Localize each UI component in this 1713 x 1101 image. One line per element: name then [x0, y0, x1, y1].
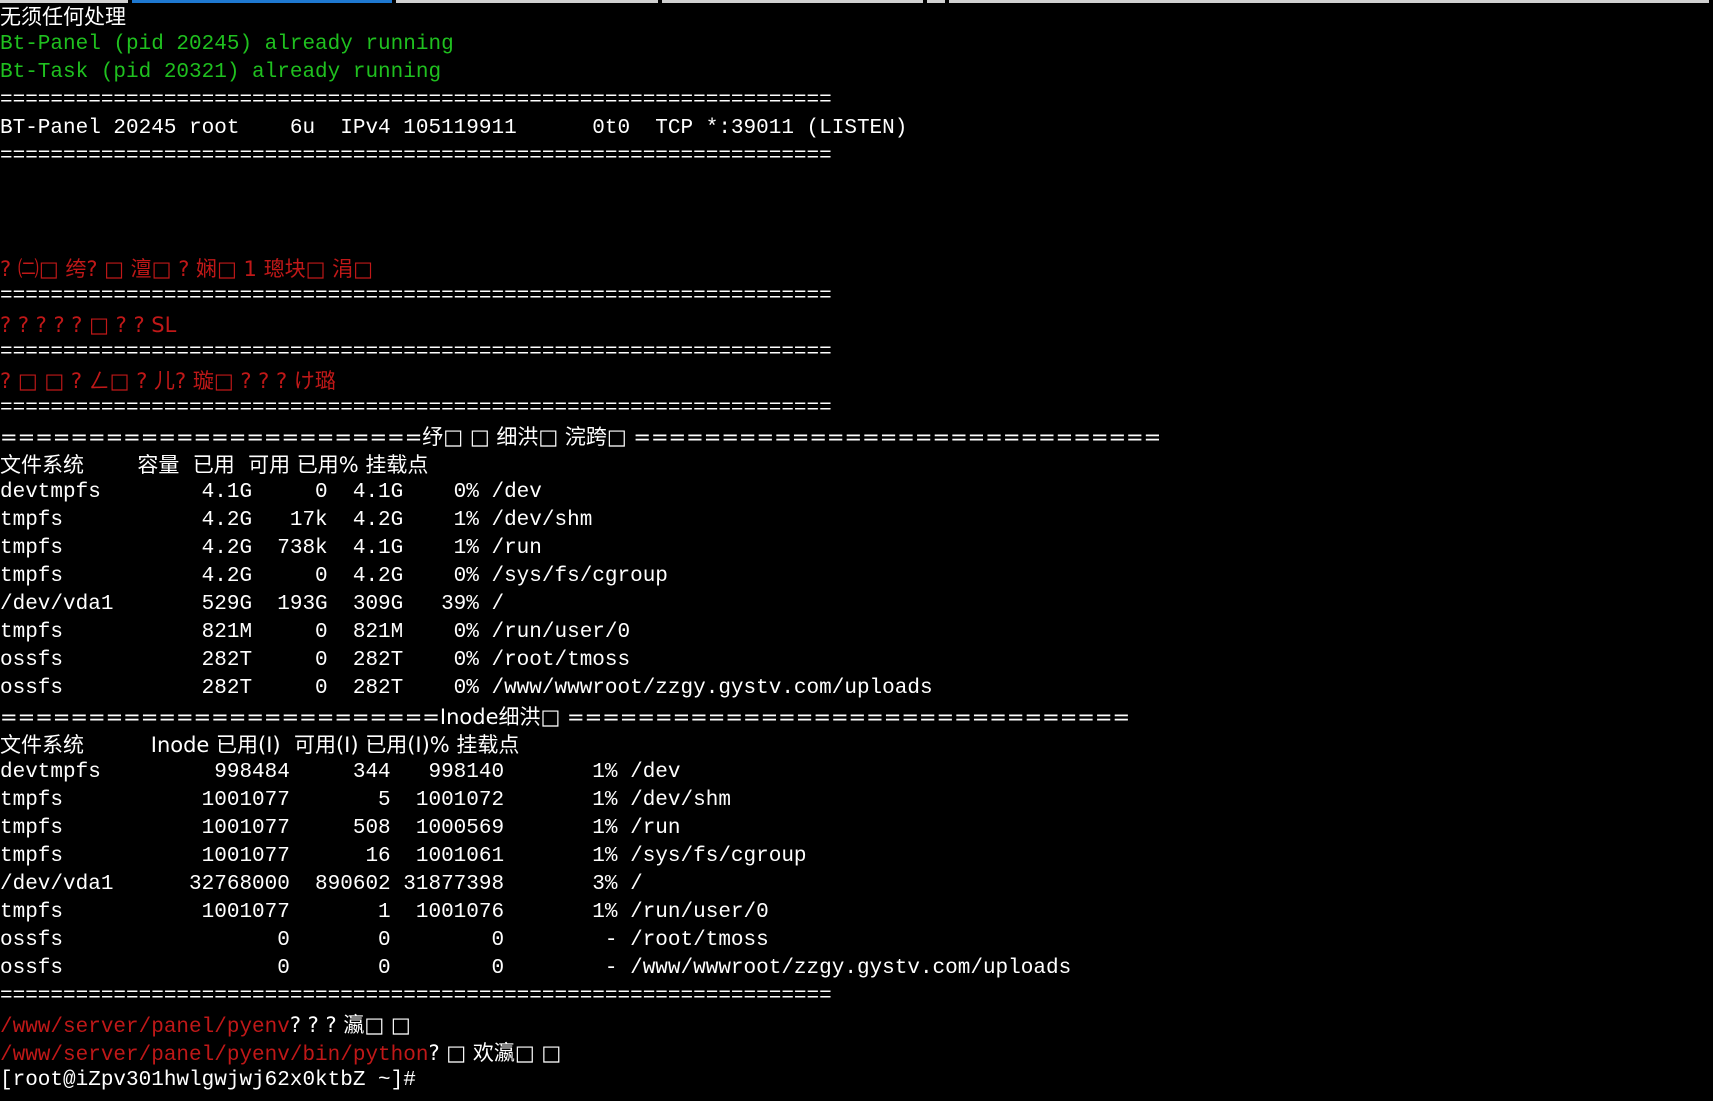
- disk-table-row: tmpfs 821M 0 821M 0% /run/user/0: [0, 621, 631, 644]
- pyenv-warning-line: /www/server/panel/pyenv? ? ? 瀛□ □: [0, 1011, 1713, 1039]
- python-path: /www/server/panel/pyenv/bin/python: [0, 1044, 429, 1067]
- disk-table-row: tmpfs 4.2G 0 4.2G 0% /sys/fs/cgroup: [0, 565, 668, 588]
- status-message: 无须任何处理: [0, 5, 126, 29]
- disk-table-row: ossfs 282T 0 282T 0% /root/tmoss: [0, 649, 631, 672]
- inode-table-row: tmpfs 1001077 5 1001072 1% /dev/shm: [0, 789, 731, 812]
- inode-section-header: =========================Inode细洪□ ======…: [0, 705, 1131, 729]
- inode-table-header: 文件系统 Inode 已用(I) 可用(I) 已用(I)% 挂载点: [0, 733, 520, 757]
- disk-table-row: tmpfs 4.2G 738k 4.1G 1% /run: [0, 537, 542, 560]
- garbled-warning-line: ? ㈡□ 绔? □ 澶□ ? 娴□ 1 璁块□ 涓□: [0, 257, 373, 281]
- separator-line: ========================================…: [0, 89, 832, 112]
- separator-line: ========================================…: [0, 145, 832, 168]
- terminal-output: 无须任何处理 Bt-Panel (pid 20245) already runn…: [0, 3, 1713, 1095]
- disk-table-header: 文件系统 容量 已用 可用 已用% 挂载点: [0, 453, 429, 477]
- shell-prompt-line[interactable]: [root@iZpv301hwlgwjwj62x0ktbZ ~]#: [0, 1067, 1713, 1095]
- separator-line: ========================================…: [0, 985, 832, 1008]
- inode-table-row: /dev/vda1 32768000 890602 31877398 3% /: [0, 873, 643, 896]
- separator-line: ========================================…: [0, 285, 832, 308]
- shell-prompt: [root@iZpv301hwlgwjwj62x0ktbZ ~]#: [0, 1069, 416, 1092]
- pyenv-warning-suffix: ? ? ? 瀛□ □: [289, 1013, 411, 1037]
- terminal-window[interactable]: 无须任何处理 Bt-Panel (pid 20245) already runn…: [0, 0, 1713, 1101]
- inode-table-row: devtmpfs 998484 344 998140 1% /dev: [0, 761, 681, 784]
- disk-table-row: /dev/vda1 529G 193G 309G 39% /: [0, 593, 505, 616]
- garbled-warning-line: ? □ □ ? ㄥ□ ? 儿? 璇□ ? ? ? け璐: [0, 369, 336, 393]
- inode-table-row: tmpfs 1001077 16 1001061 1% /sys/fs/cgro…: [0, 845, 807, 868]
- disk-usage-section-header: ========================纾□ □ 细洪□ 浣跨□ ===…: [0, 425, 1162, 449]
- separator-line: ========================================…: [0, 397, 832, 420]
- python-warning-line: /www/server/panel/pyenv/bin/python? □ 欢瀛…: [0, 1039, 1713, 1067]
- disk-table-row: ossfs 282T 0 282T 0% /www/wwwroot/zzgy.g…: [0, 677, 933, 700]
- inode-table-row: tmpfs 1001077 508 1000569 1% /run: [0, 817, 681, 840]
- garbled-warning-line: ? ? ? ? ? □ ? ? SL: [0, 313, 177, 337]
- task-running-message: Bt-Task (pid 20321) already running: [0, 61, 442, 84]
- inode-table-row: tmpfs 1001077 1 1001076 1% /run/user/0: [0, 901, 769, 924]
- inode-table-row: ossfs 0 0 0 - /root/tmoss: [0, 929, 769, 952]
- listen-port-line: BT-Panel 20245 root 6u IPv4 105119911 0t…: [0, 117, 908, 140]
- disk-table-row: tmpfs 4.2G 17k 4.2G 1% /dev/shm: [0, 509, 593, 532]
- inode-table-row: ossfs 0 0 0 - /www/wwwroot/zzgy.gystv.co…: [0, 957, 1072, 980]
- pyenv-path: /www/server/panel/pyenv: [0, 1016, 290, 1039]
- disk-table-row: devtmpfs 4.1G 0 4.1G 0% /dev: [0, 481, 542, 504]
- python-warning-suffix: ? □ 欢瀛□ □: [428, 1041, 562, 1065]
- separator-line: ========================================…: [0, 341, 832, 364]
- panel-running-message: Bt-Panel (pid 20245) already running: [0, 33, 454, 56]
